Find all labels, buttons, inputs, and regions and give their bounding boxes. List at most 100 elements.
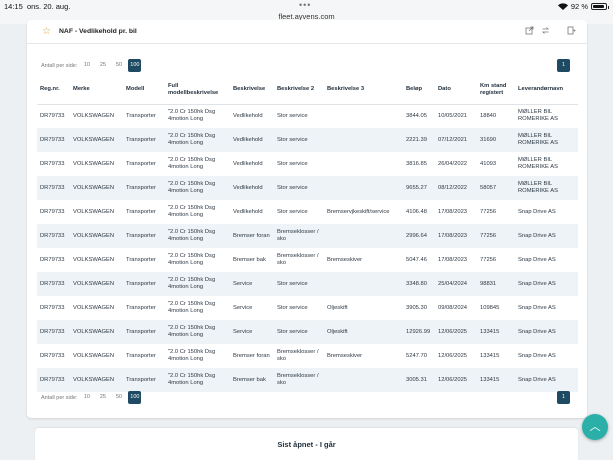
per-page-selector-top: Antall per side: 10 25 50 100: [41, 59, 142, 72]
per-page-option-25[interactable]: 25: [96, 391, 109, 404]
table-cell: VOLKSWAGEN: [70, 224, 123, 248]
table-cell: 3905.30: [403, 296, 435, 320]
table-cell: Snap Drive AS: [515, 368, 578, 392]
table-cell: VOLKSWAGEN: [70, 248, 123, 272]
table-row[interactable]: DR79733 VOLKSWAGEN Transporter "2.0 Cr 150h…: [37, 128, 578, 152]
table-cell: Snap Drive AS: [515, 272, 578, 296]
table-cell: 12/06/2025: [435, 320, 477, 344]
table-cell: 77256: [477, 224, 515, 248]
column-header[interactable]: Beskrivelse 3: [324, 76, 403, 105]
table-cell: 31690: [477, 128, 515, 152]
page-button-bottom[interactable]: 1: [557, 391, 570, 404]
table-row[interactable]: DR79733 VOLKSWAGEN Transporter "2.0 Cr 150h…: [37, 104, 578, 128]
table-cell: Stor service: [274, 152, 324, 176]
column-header[interactable]: Leverandørnavn: [515, 76, 578, 105]
table-row[interactable]: DR79733 VOLKSWAGEN Transporter "2.0 Cr 150h…: [37, 272, 578, 296]
scroll-to-top-button[interactable]: ︿: [582, 414, 608, 440]
table-cell: DR79733: [37, 176, 70, 200]
star-icon[interactable]: ☆: [42, 26, 51, 37]
table-cell: VOLKSWAGEN: [70, 272, 123, 296]
table-cell: DR79733: [37, 368, 70, 392]
per-page-option-100[interactable]: 100: [128, 391, 142, 404]
column-header[interactable]: Reg.nr.: [37, 76, 70, 105]
table-cell: 4106.48: [403, 200, 435, 224]
table-cell: MØLLER BIL ROMERIKE AS: [515, 152, 578, 176]
table-cell: 26/04/2022: [435, 152, 477, 176]
per-page-label: Antall per side:: [41, 62, 78, 69]
table-cell: Stor service: [274, 200, 324, 224]
column-header[interactable]: Modell: [123, 76, 165, 105]
table-cell: [324, 176, 403, 200]
table-cell: 109845: [477, 296, 515, 320]
table-cell: MØLLER BIL ROMERIKE AS: [515, 104, 578, 128]
table-cell: Vedlikehold: [230, 104, 274, 128]
recently-opened-card[interactable]: Sist åpnet - I går: [35, 428, 578, 460]
column-header[interactable]: Beskrivelse: [230, 76, 274, 105]
table-cell: DR79733: [37, 200, 70, 224]
per-page-option-100[interactable]: 100: [128, 59, 142, 72]
more-dots-icon[interactable]: •••: [299, 0, 311, 10]
per-page-option-25[interactable]: 25: [96, 59, 109, 72]
table-row[interactable]: DR79733 VOLKSWAGEN Transporter "2.0 Cr 150h…: [37, 248, 578, 272]
column-header[interactable]: Beløp: [403, 76, 435, 105]
table-cell: Service: [230, 272, 274, 296]
export-icon[interactable]: [525, 26, 534, 35]
table-cell: VOLKSWAGEN: [70, 296, 123, 320]
column-header[interactable]: Full modellbeskrivelse: [165, 76, 230, 105]
battery-icon: [591, 3, 609, 10]
table-cell: Transporter: [123, 344, 165, 368]
column-header[interactable]: Merke: [70, 76, 123, 105]
table-cell: 58057: [477, 176, 515, 200]
table-row[interactable]: DR79733 VOLKSWAGEN Transporter "2.0 Cr 150h…: [37, 296, 578, 320]
table-cell: [324, 272, 403, 296]
table-cell: Bremseskiver: [324, 248, 403, 272]
table-cell: 17/08/2023: [435, 248, 477, 272]
table-cell: VOLKSWAGEN: [70, 344, 123, 368]
table-cell: "2.0 Cr 150hk Dsg 4motion Long: [165, 320, 230, 344]
table-cell: DR79733: [37, 152, 70, 176]
per-page-label: Antall per side:: [41, 394, 78, 401]
table-row[interactable]: DR79733 VOLKSWAGEN Transporter "2.0 Cr 150h…: [37, 368, 578, 392]
per-page-option-10[interactable]: 10: [80, 59, 93, 72]
recently-opened-title: Sist åpnet - I går: [277, 440, 336, 449]
table-cell: Transporter: [123, 200, 165, 224]
table-cell: Bremseskiver: [324, 344, 403, 368]
table-row[interactable]: DR79733 VOLKSWAGEN Transporter "2.0 Cr 150h…: [37, 224, 578, 248]
table-cell: Bremseklosser / sko: [274, 248, 324, 272]
table-cell: 25/04/2024: [435, 272, 477, 296]
per-page-option-50[interactable]: 50: [112, 59, 125, 72]
table-cell: DR79733: [37, 344, 70, 368]
table-cell: 5047.46: [403, 248, 435, 272]
per-page-option-50[interactable]: 50: [112, 391, 125, 404]
table-row[interactable]: DR79733 VOLKSWAGEN Transporter "2.0 Cr 150h…: [37, 320, 578, 344]
table-cell: Transporter: [123, 248, 165, 272]
table-cell: DR79733: [37, 272, 70, 296]
refresh-icon[interactable]: [541, 26, 550, 35]
table-cell: "2.0 Cr 150hk Dsg 4motion Long: [165, 368, 230, 392]
table-row[interactable]: DR79733 VOLKSWAGEN Transporter "2.0 Cr 150h…: [37, 152, 578, 176]
table-cell: "2.0 Cr 150hk Dsg 4motion Long: [165, 128, 230, 152]
table-cell: "2.0 Cr 150hk Dsg 4motion Long: [165, 200, 230, 224]
maintenance-card: ☆ NAF - Vedlikehold pr. bil Antall per s…: [27, 20, 587, 418]
table-cell: Bremser bak: [230, 368, 274, 392]
filter-icon[interactable]: [567, 26, 576, 35]
column-header[interactable]: Dato: [435, 76, 477, 105]
wifi-icon: [557, 3, 568, 10]
table-cell: Bremseklosser / sko: [274, 344, 324, 368]
table-cell: DR79733: [37, 128, 70, 152]
table-cell: Bremser foran: [230, 224, 274, 248]
table-cell: Transporter: [123, 272, 165, 296]
table-cell: Snap Drive AS: [515, 320, 578, 344]
page-button-top[interactable]: 1: [557, 59, 570, 72]
table-cell: Service: [230, 320, 274, 344]
table-cell: VOLKSWAGEN: [70, 320, 123, 344]
table-row[interactable]: DR79733 VOLKSWAGEN Transporter "2.0 Cr 150h…: [37, 200, 578, 224]
column-header[interactable]: Beskrivelse 2: [274, 76, 324, 105]
table-cell: Stor service: [274, 272, 324, 296]
status-indicators: 92 %: [557, 2, 609, 11]
battery-level: [593, 5, 605, 8]
per-page-option-10[interactable]: 10: [80, 391, 93, 404]
column-header[interactable]: Km stand registert: [477, 76, 515, 105]
table-row[interactable]: DR79733 VOLKSWAGEN Transporter "2.0 Cr 150h…: [37, 176, 578, 200]
table-row[interactable]: DR79733 VOLKSWAGEN Transporter "2.0 Cr 150h…: [37, 344, 578, 368]
